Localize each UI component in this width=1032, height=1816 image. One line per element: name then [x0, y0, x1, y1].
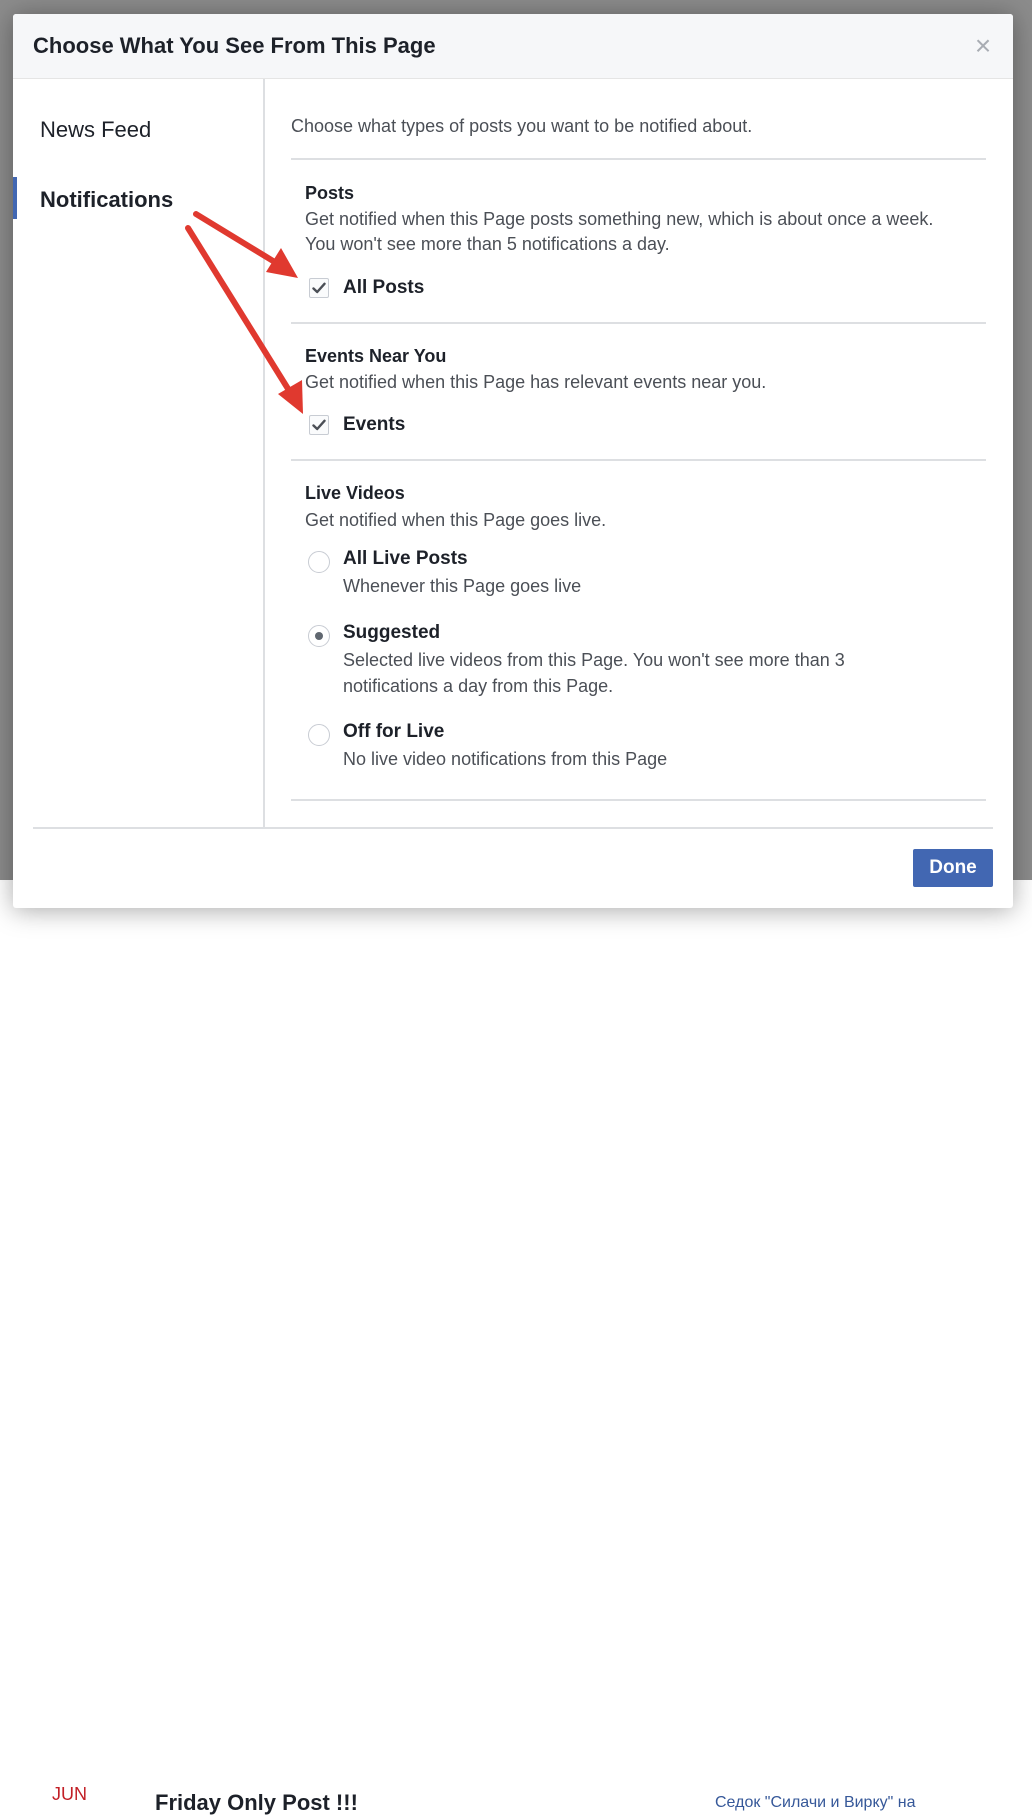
- event-month: JUN: [52, 1784, 87, 1804]
- checkmark-icon: [312, 282, 326, 294]
- events-checkbox[interactable]: [309, 415, 329, 435]
- section-title-live-videos: Live Videos: [305, 483, 405, 503]
- suggested-description: Selected live videos from this Page. You…: [343, 650, 845, 696]
- done-button[interactable]: Done: [913, 849, 993, 887]
- checkmark-icon: [312, 419, 326, 431]
- all-live-posts-description: Whenever this Page goes live: [343, 576, 582, 596]
- off-for-live-title[interactable]: Off for Live: [343, 721, 444, 743]
- suggested-radio[interactable]: [308, 625, 330, 647]
- suggested-title[interactable]: Suggested: [343, 622, 440, 644]
- section-description-live-videos: Get notified when this Page goes live.: [305, 510, 607, 530]
- sidebar-item-notifications[interactable]: Notifications: [13, 177, 263, 221]
- sidebar-item-label: Notifications: [40, 187, 174, 212]
- events-label[interactable]: Events: [343, 414, 405, 436]
- divider: [291, 158, 986, 160]
- sidebar-item-news-feed[interactable]: News Feed: [13, 107, 263, 151]
- sidebar: News Feed Notifications: [13, 79, 265, 827]
- divider: [291, 799, 986, 801]
- sidebar-item-label: News Feed: [40, 117, 152, 142]
- dialog-header: Choose What You See From This Page ×: [13, 14, 1013, 79]
- divider: [291, 459, 986, 461]
- event-title: Friday Only Post !!!: [155, 1790, 358, 1815]
- all-posts-label[interactable]: All Posts: [343, 277, 424, 299]
- all-live-posts-radio[interactable]: [308, 551, 330, 573]
- notification-settings-dialog: Choose What You See From This Page × New…: [13, 14, 1013, 908]
- section-title-events: Events Near You: [305, 346, 447, 366]
- divider: [291, 322, 986, 324]
- dialog-title: Choose What You See From This Page: [33, 33, 436, 58]
- all-live-posts-title[interactable]: All Live Posts: [343, 548, 468, 570]
- close-icon[interactable]: ×: [973, 32, 993, 60]
- section-description-events: Get notified when this Page has relevant…: [305, 372, 767, 392]
- section-description-posts: Get notified when this Page posts someth…: [305, 209, 934, 254]
- event-link: Седок "Силачи и Вирку" на: [715, 1794, 916, 1811]
- section-title-posts: Posts: [305, 183, 355, 203]
- off-for-live-radio[interactable]: [308, 724, 330, 746]
- off-for-live-description: No live video notifications from this Pa…: [343, 749, 668, 769]
- all-posts-checkbox[interactable]: [309, 278, 329, 298]
- footer-divider: [33, 827, 993, 829]
- intro-text: Choose what types of posts you want to b…: [291, 116, 753, 136]
